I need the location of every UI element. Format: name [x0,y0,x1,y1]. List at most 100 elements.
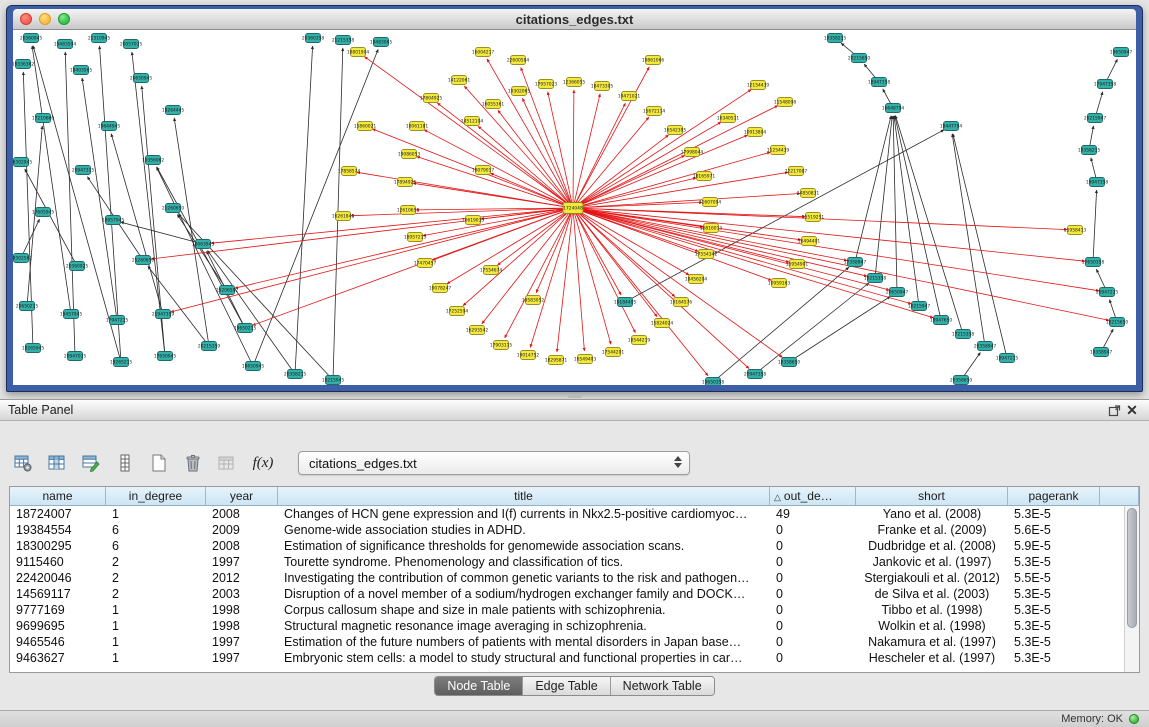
table-cell[interactable]: Genome-wide association studies in ADHD. [278,522,770,538]
table-cell[interactable]: 9463627 [10,650,106,666]
graph-node[interactable]: 18165971 [693,172,716,181]
graph-node[interactable]: 20360358 [302,34,325,43]
graph-node[interactable]: 21947359 [152,310,175,319]
graph-node[interactable]: 11548098 [774,98,797,107]
table-cell[interactable]: Hescheler et al. (1997) [856,650,1008,666]
graph-node[interactable]: 20650215 [16,302,39,311]
table-cell[interactable]: 1 [106,618,206,634]
column-header-pagerank[interactable]: pagerank [1008,487,1100,506]
network-view-window[interactable]: citations_edges.txt 20360945 19483594 2131… [6,5,1143,392]
table-cell[interactable]: Changes of HCN gene expression and I(f) … [278,506,770,522]
minimize-window-button[interactable] [39,13,51,25]
tab-network-table[interactable]: Network Table [611,677,714,695]
graph-node[interactable]: 17358947 [844,258,867,267]
graph-node[interactable]: 17894925 [394,178,417,187]
table-row[interactable]: 1830029562008Estimation of significance … [10,538,1139,554]
table-cell[interactable]: Tibbo et al. (1998) [856,602,1008,618]
table-cell[interactable]: 0 [770,634,856,650]
graph-node[interactable]: 20358215 [284,370,307,379]
graph-node[interactable]: 19358215 [824,34,847,43]
graph-node[interactable]: 16816013 [700,224,723,233]
table-cell[interactable]: 18724007 [10,506,106,522]
graph-node[interactable]: 14122061 [448,76,471,85]
graph-node[interactable]: 12366055 [563,78,586,87]
graph-node[interactable]: 18957945 [102,216,125,225]
graph-node[interactable]: 17957023 [535,80,558,89]
table-row[interactable]: 977716911998Corpus callosum shape and si… [10,602,1139,618]
graph-node[interactable]: 19457945 [60,310,83,319]
table-cell[interactable]: Structural magnetic resonance image aver… [278,618,770,634]
table-cell[interactable]: 0 [770,618,856,634]
graph-node[interactable]: 19164576 [670,298,693,307]
close-panel-icon[interactable]: ✕ [1123,402,1141,418]
graph-node[interactable]: 19302065 [508,87,531,96]
graph-node[interactable]: 16648794 [882,104,905,113]
column-header-year[interactable]: year [206,487,278,506]
graph-node[interactable]: 20947358 [744,370,767,379]
graph-node[interactable]: 17215358 [952,330,975,339]
table-row[interactable]: 911546021997Tourette syndrome. Phenomeno… [10,554,1139,570]
graph-node[interactable]: 16549403 [574,355,597,364]
table-cell[interactable]: Investigating the contribution of common… [278,570,770,586]
table-cell[interactable]: 2012 [206,570,278,586]
float-panel-icon[interactable] [1105,402,1123,418]
zoom-window-button[interactable] [58,13,70,25]
graph-node[interactable]: 20215650 [848,54,871,63]
graph-node[interactable]: 17804925 [420,94,443,103]
table-row[interactable]: 2242004622012Investigating the contribut… [10,570,1139,586]
table-cell[interactable]: 1997 [206,650,278,666]
table-cell[interactable]: 1 [106,634,206,650]
table-row[interactable]: 1938455462009Genome-wide association stu… [10,522,1139,538]
table-cell[interactable]: 1 [106,650,206,666]
window-titlebar[interactable]: citations_edges.txt [13,9,1136,30]
table-cell[interactable]: 5.3E-5 [1008,586,1100,602]
panel-splitter[interactable] [0,392,1149,399]
graph-node[interactable]: 20358947 [974,342,997,351]
graph-node[interactable]: 20947015 [64,352,87,361]
graph-node[interactable]: 11254439 [767,146,790,155]
table-cell[interactable]: 5.3E-5 [1008,554,1100,570]
graph-node[interactable]: 19483594 [54,40,77,49]
graph-node[interactable]: 19471021 [618,92,641,101]
graph-node[interactable]: 18947358 [868,78,891,87]
graph-node[interactable]: 20360945 [20,34,43,43]
graph-node[interactable]: 20358650 [950,376,973,385]
graph-node[interactable]: 21310945 [88,34,111,43]
graph-node[interactable]: 19650947 [1110,48,1133,57]
table-cell[interactable]: 5.3E-5 [1008,634,1100,650]
graph-node[interactable]: 18456204 [685,275,708,284]
table-cell[interactable]: Disruption of a novel member of a sodium… [278,586,770,602]
table-cell[interactable]: 9115460 [10,554,106,570]
graph-node[interactable]: 15860021 [354,122,377,131]
graph-node[interactable]: 19644945 [98,122,121,131]
graph-node[interactable]: 25260650 [132,256,155,265]
graph-node[interactable]: 20215359 [198,342,221,351]
table-cell[interactable]: 2 [106,570,206,586]
graph-node[interactable]: 19650358 [702,378,725,386]
graph-node[interactable]: 18403565 [70,66,93,75]
graph-node[interactable]: 15958413 [1064,226,1087,235]
graph-node[interactable]: 18358215 [1078,146,1101,155]
table-cell[interactable]: 0 [770,522,856,538]
graph-node[interactable]: 19861066 [642,56,665,65]
table-cell[interactable]: 2003 [206,586,278,602]
graph-node[interactable]: 19947650 [930,316,953,325]
graph-node[interactable]: 25206502 [216,286,239,295]
table-cell[interactable]: 1998 [206,602,278,618]
graph-node[interactable]: 17903115 [490,341,513,350]
table-cell[interactable]: 2 [106,586,206,602]
table-cell[interactable]: 2008 [206,538,278,554]
table-cell[interactable]: 19384554 [10,522,106,538]
table-row[interactable]: 969969511998Structural magnetic resonanc… [10,618,1139,634]
graph-node[interactable]: 18957215 [404,233,427,242]
table-cell[interactable]: 18300295 [10,538,106,554]
table-cell[interactable]: Franke et al. (2009) [856,522,1008,538]
graph-node[interactable]: 19583052 [522,296,545,305]
graph-node[interactable]: 16055361 [482,100,505,109]
graph-node[interactable]: 17947358 [1094,80,1117,89]
close-window-button[interactable] [20,13,32,25]
table-cell[interactable]: Estimation of the future numbers of pati… [278,634,770,650]
table-cell[interactable]: Embryonic stem cells: a model to study s… [278,650,770,666]
graph-node[interactable]: 15824024 [651,319,674,328]
graph-node[interactable]: 18447794 [940,122,963,131]
